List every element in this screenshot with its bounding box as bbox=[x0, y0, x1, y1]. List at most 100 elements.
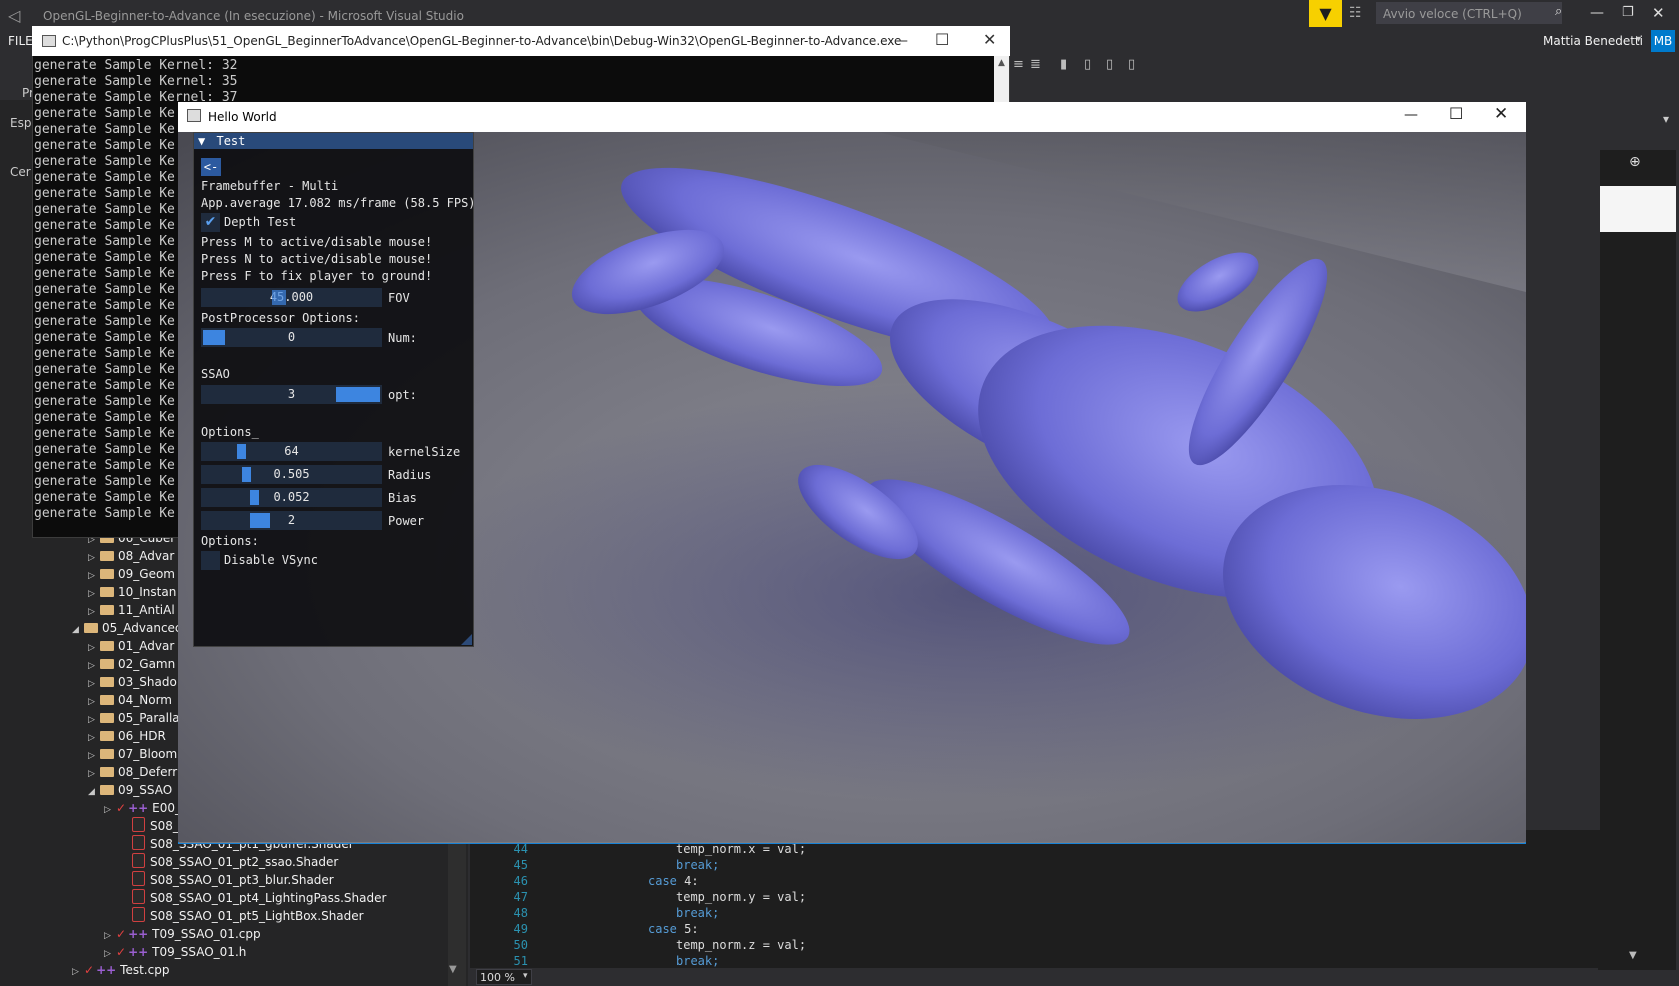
restore-button[interactable]: ❐ bbox=[1622, 5, 1634, 20]
bookmark-next-icon[interactable]: ▯ bbox=[1106, 57, 1113, 72]
shader-file-icon bbox=[132, 835, 145, 850]
editor-minimap[interactable] bbox=[1600, 150, 1676, 970]
fov-input[interactable]: 45.000 bbox=[201, 288, 382, 307]
imgui-title-bar[interactable]: ▼ Test bbox=[194, 133, 473, 149]
console-scroll-up-icon[interactable]: ▲ bbox=[998, 58, 1005, 68]
tree-item[interactable]: ▷ 10_Instan bbox=[88, 583, 176, 601]
expanded-arrow-icon[interactable]: ◢ bbox=[72, 621, 84, 639]
power-slider[interactable]: 2 bbox=[201, 511, 382, 530]
vs-window-title: OpenGL-Beginner-to-Advance (In esecuzion… bbox=[43, 9, 464, 23]
tree-item[interactable]: ▷ ✓ ++ Test.cpp bbox=[72, 961, 169, 979]
bookmark-icon[interactable]: ▮ bbox=[1060, 57, 1067, 72]
editor-status-bar bbox=[468, 968, 1598, 986]
opt-label: opt: bbox=[388, 388, 417, 402]
menu-file[interactable]: FILE bbox=[8, 34, 33, 48]
hello-world-minimize-button[interactable]: — bbox=[1404, 107, 1418, 123]
toolbar-comment-icon[interactable]: ≣ bbox=[1030, 57, 1041, 72]
hello-world-close-button[interactable]: ✕ bbox=[1494, 104, 1508, 124]
avatar[interactable]: MB bbox=[1651, 30, 1675, 52]
imgui-resize-grip[interactable] bbox=[461, 634, 472, 645]
opt-slider[interactable]: 3 bbox=[201, 385, 382, 404]
tree-item[interactable]: ▷ 08_Deferr bbox=[88, 763, 177, 781]
collapsed-arrow-icon[interactable]: ▷ bbox=[72, 963, 84, 981]
tree-item[interactable]: ▷ 06_HDR bbox=[88, 727, 166, 745]
user-name[interactable]: Mattia Benedetti bbox=[1543, 34, 1643, 48]
search-icon[interactable]: ⌕ bbox=[1555, 4, 1562, 19]
tree-item-label: 01_Advar bbox=[118, 639, 175, 653]
radius-slider[interactable]: 0.505 bbox=[201, 465, 382, 484]
split-handle-icon[interactable]: ⊕ bbox=[1629, 154, 1641, 170]
quick-launch-input[interactable]: Avvio veloce (CTRL+Q) bbox=[1376, 2, 1562, 24]
cpp-file-icon: ++ bbox=[128, 801, 149, 815]
bookmark-clear-icon[interactable]: ▯ bbox=[1128, 57, 1135, 72]
collapsed-arrow-icon[interactable]: ▷ bbox=[104, 801, 116, 819]
line-number: 44 bbox=[513, 842, 528, 856]
console-minimize-button[interactable]: — bbox=[894, 33, 908, 49]
folder-icon bbox=[100, 713, 114, 723]
expanded-arrow-icon[interactable]: ◢ bbox=[88, 783, 100, 801]
console-line: generate Sample Ke bbox=[34, 218, 175, 233]
code-line: break; bbox=[676, 954, 720, 968]
collapse-arrow-icon[interactable]: ▼ bbox=[198, 134, 205, 148]
code-editor[interactable] bbox=[470, 830, 1600, 970]
tree-item[interactable]: ▷ 01_Advar bbox=[88, 637, 174, 655]
zoom-chevron-icon[interactable]: ▾ bbox=[523, 971, 528, 981]
folder-icon bbox=[100, 785, 114, 795]
options2-heading: Options: bbox=[201, 534, 259, 548]
tree-item[interactable]: ▷ 02_Gamn bbox=[88, 655, 175, 673]
tree-item-label: 09_Geom bbox=[118, 567, 175, 581]
console-line: generate Sample Ke bbox=[34, 378, 175, 393]
tree-item[interactable]: ▷ 09_Geom bbox=[88, 565, 175, 583]
tree-item[interactable]: ▷ 03_Shado bbox=[88, 673, 177, 691]
tree-item-label: 06_HDR bbox=[118, 729, 166, 743]
disable-vsync-label: Disable VSync bbox=[224, 553, 318, 567]
tree-item[interactable]: ▷ 05_Paralla bbox=[88, 709, 180, 727]
bias-slider[interactable]: 0.052 bbox=[201, 488, 382, 507]
tree-item[interactable]: ▷ 11_AntiAl bbox=[88, 601, 175, 619]
tree-item[interactable]: ▷ 07_Bloom bbox=[88, 745, 177, 763]
hello-world-maximize-button[interactable]: ☐ bbox=[1449, 104, 1463, 123]
scroll-down-icon[interactable]: ▼ bbox=[1629, 950, 1637, 961]
fov-text-selection bbox=[272, 290, 286, 305]
back-button[interactable]: <- bbox=[201, 158, 221, 176]
console-line: generate Sample Ke bbox=[34, 330, 175, 345]
tree-item[interactable]: S08_SSAO_01_pt3_blur.Shader bbox=[120, 871, 334, 889]
tree-item[interactable]: ▷ 08_Advar bbox=[88, 547, 174, 565]
hello-world-title-bar[interactable] bbox=[178, 102, 1526, 132]
folder-icon bbox=[100, 587, 114, 597]
options-heading: Options_ bbox=[201, 425, 259, 439]
console-line: generate Sample Ke bbox=[34, 442, 175, 457]
console-close-button[interactable]: ✕ bbox=[983, 30, 996, 49]
tree-item[interactable]: ▷ 04_Norm bbox=[88, 691, 172, 709]
tree-item[interactable]: S08_SSAO_01_pt2_ssao.Shader bbox=[120, 853, 338, 871]
code-line: break; bbox=[676, 858, 720, 872]
console-line: generate Sample Ke bbox=[34, 426, 175, 441]
tree-item[interactable]: ▷ ✓ ++ T09_SSAO_01.h bbox=[104, 943, 246, 961]
minimize-button[interactable]: — bbox=[1590, 5, 1604, 21]
kernel-size-slider[interactable]: 64 bbox=[201, 442, 382, 461]
minimap-viewport[interactable] bbox=[1600, 186, 1676, 232]
shader-file-icon bbox=[132, 889, 145, 904]
console-line: generate Sample Ke bbox=[34, 170, 175, 185]
tree-item[interactable]: S08_SSAO_01_pt4_LightingPass.Shader bbox=[120, 889, 386, 907]
console-maximize-button[interactable]: ☐ bbox=[935, 30, 949, 49]
toolbar-indent-icon[interactable]: ≡ bbox=[1013, 57, 1024, 72]
panel-dropdown-icon[interactable]: ▾ bbox=[1663, 112, 1669, 126]
feedback-icon[interactable]: ☷ bbox=[1349, 5, 1362, 21]
bookmark-prev-icon[interactable]: ▯ bbox=[1084, 57, 1091, 72]
filter-icon[interactable]: ▼ bbox=[1309, 0, 1342, 27]
line-number: 49 bbox=[513, 922, 528, 936]
close-button[interactable]: ✕ bbox=[1652, 4, 1665, 22]
tree-item[interactable]: ◢ 09_SSAO bbox=[88, 781, 172, 799]
num-slider[interactable]: 0 bbox=[201, 328, 382, 347]
chevron-down-icon[interactable]: ▾ bbox=[1636, 34, 1641, 45]
console-app-icon bbox=[42, 35, 56, 47]
tree-item[interactable]: S08_SSAO_01_pt5_LightBox.Shader bbox=[120, 907, 364, 925]
depth-test-checkbox[interactable]: ✔ bbox=[201, 213, 220, 232]
tree-item[interactable]: ▷ ✓ ++ T09_SSAO_01.cpp bbox=[104, 925, 261, 943]
tree-item[interactable]: ◢ 05_Advancec bbox=[72, 619, 182, 637]
scroll-down-icon[interactable]: ▼ bbox=[449, 964, 457, 975]
search-solution-tab[interactable]: Cer bbox=[10, 165, 31, 179]
console-line: generate Sample Ke bbox=[34, 138, 175, 153]
disable-vsync-checkbox[interactable] bbox=[201, 551, 220, 570]
